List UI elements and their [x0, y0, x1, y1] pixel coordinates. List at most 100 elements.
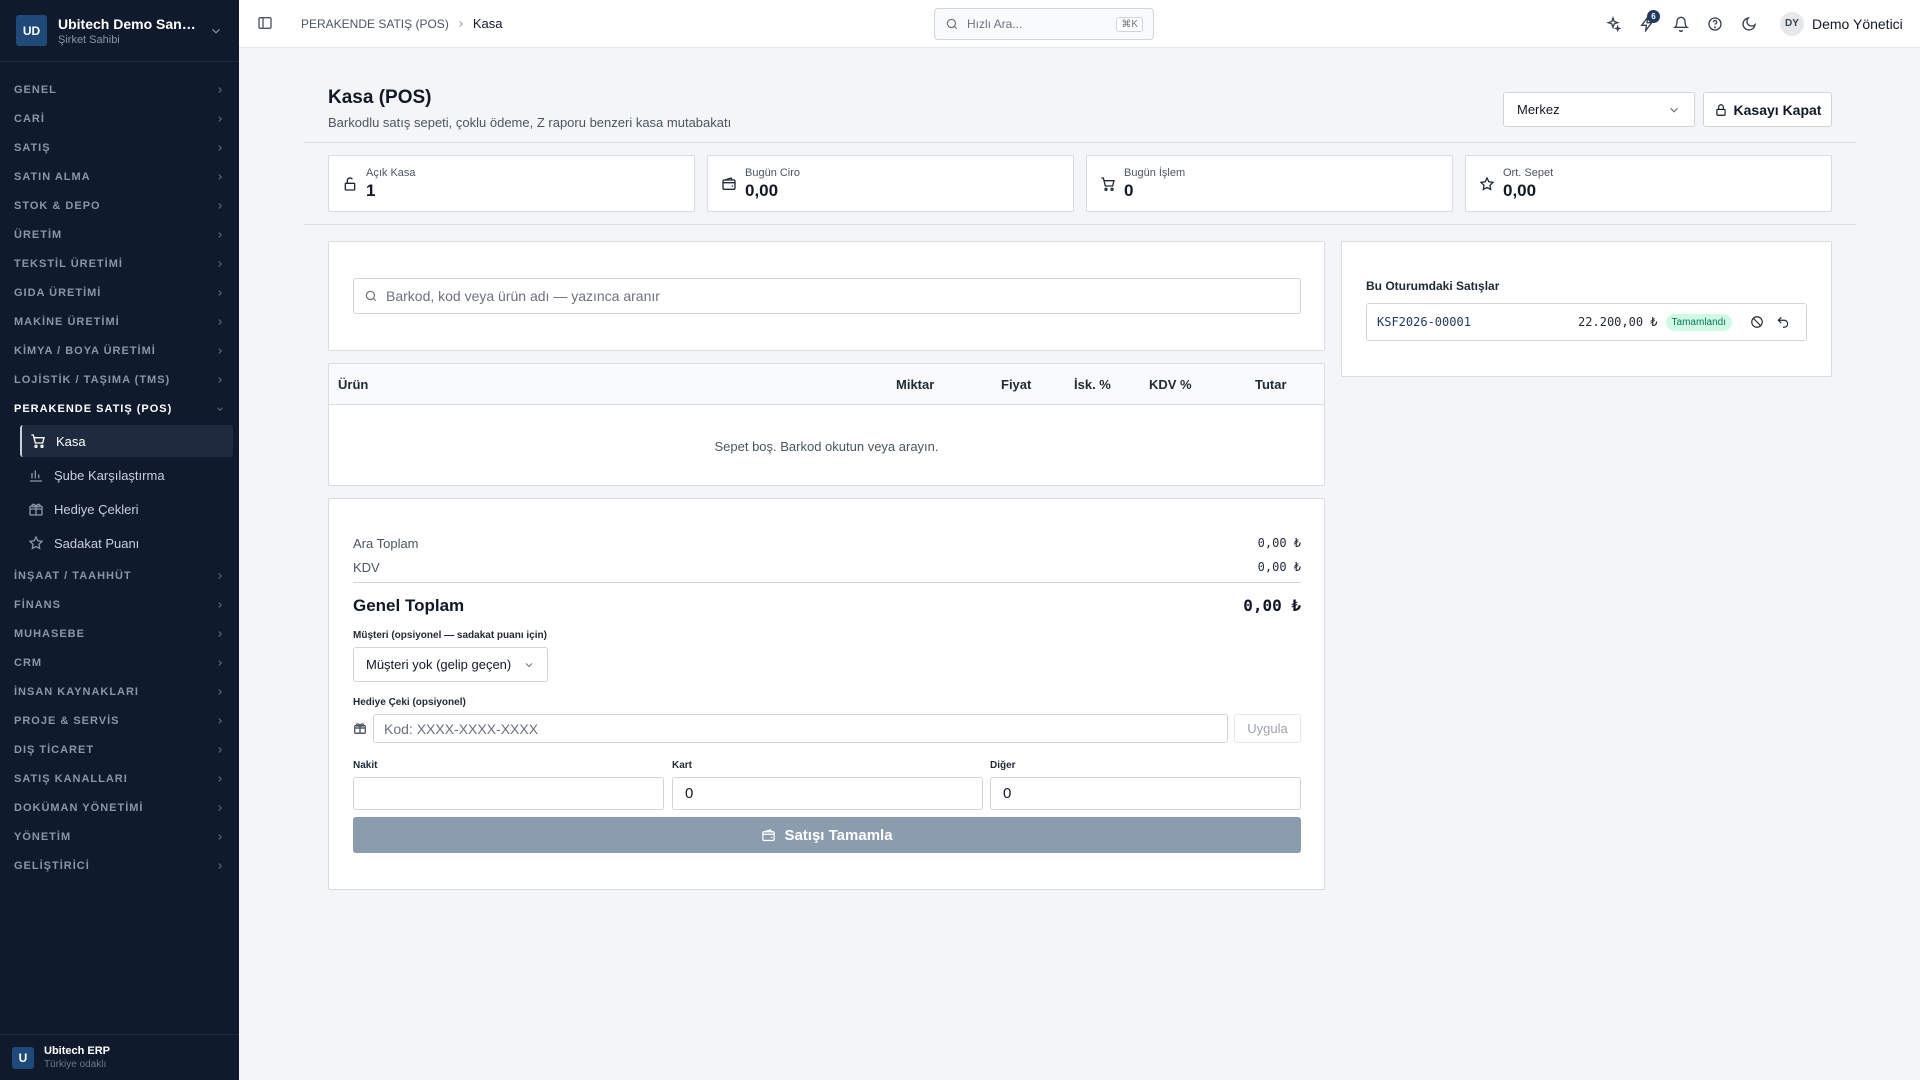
gift-icon: [353, 721, 367, 735]
sale-amount: 22.200,00 ₺: [1578, 315, 1658, 329]
sidebar-group-i-nsan-kaynaklari[interactable]: İNSAN KAYNAKLARI: [0, 677, 239, 706]
sidebar-group-pos[interactable]: PERAKENDE SATIŞ (POS): [0, 394, 239, 423]
sidebar-group-geli-şti-ri-ci[interactable]: GELİŞTİRİCİ: [0, 851, 239, 880]
subtotal-value: 0,00 ₺: [1257, 536, 1301, 550]
gift-card-label: Hediye Çeki (opsiyonel): [353, 697, 466, 708]
sidebar-item-label: Kasa: [56, 433, 86, 449]
sidebar-group-satin-alma[interactable]: SATIN ALMA: [0, 162, 239, 191]
moon-icon[interactable]: [1732, 7, 1766, 41]
sidebar-group-ki-mya-boya-üreti-mi[interactable]: KİMYA / BOYA ÜRETİMİ: [0, 336, 239, 365]
vat-value: 0,00 ₺: [1257, 560, 1301, 574]
stat-avg-basket: Ort. Sepet 0,00: [1465, 155, 1832, 212]
list-item[interactable]: KSF2026-00001 22.200,00 ₺ Tamamlandı: [1366, 303, 1807, 341]
sale-number: KSF2026-00001: [1377, 315, 1471, 329]
sidebar-group-genel[interactable]: GENEL: [0, 75, 239, 104]
sidebar-footer: U Ubitech ERP Türkiye odaklı: [0, 1034, 239, 1080]
sidebar-group-label: GIDA ÜRETİMİ: [14, 286, 102, 299]
sidebar-group-label: DIŞ TİCARET: [14, 743, 95, 756]
chevron-right-icon: [215, 114, 225, 124]
chevron-down-icon: [209, 24, 223, 38]
sidebar-group-label: SATIŞ: [14, 141, 51, 154]
sidebar-toggle-icon[interactable]: [257, 15, 273, 31]
user-menu[interactable]: DY Demo Yönetici: [1780, 0, 1903, 47]
close-register-button[interactable]: Kasayı Kapat: [1703, 92, 1832, 127]
chevron-right-icon: [215, 745, 225, 755]
search-shortcut: ⌘K: [1116, 16, 1143, 32]
cart-empty-message: Sepet boş. Barkod okutun veya arayın.: [714, 439, 939, 454]
sidebar-group-label: YÖNETİM: [14, 830, 72, 843]
sidebar-group-satiş-kanallari[interactable]: SATIŞ KANALLARI: [0, 764, 239, 793]
sidebar-group-teksti-l-üreti-mi[interactable]: TEKSTİL ÜRETİMİ: [0, 249, 239, 278]
sidebar-group-yöneti-m[interactable]: YÖNETİM: [0, 822, 239, 851]
card-label: Kart: [672, 760, 693, 771]
divider: [304, 142, 1856, 143]
breadcrumb-current: Kasa: [472, 16, 503, 31]
session-sales-title: Bu Oturumdaki Satışlar: [1366, 279, 1500, 293]
sidebar-group-gida-üreti-mi[interactable]: GIDA ÜRETİMİ: [0, 278, 239, 307]
gift-icon: [28, 501, 44, 517]
branch-select[interactable]: Merkez: [1503, 92, 1695, 127]
status-badge: Tamamlandı: [1665, 313, 1732, 331]
cancel-sale-icon[interactable]: [1744, 310, 1770, 334]
sidebar-group-label: GELİŞTİRİCİ: [14, 859, 90, 872]
breadcrumb-parent[interactable]: PERAKENDE SATIŞ (POS): [301, 17, 449, 31]
sidebar-item-loyalty[interactable]: Sadakat Puanı: [20, 527, 233, 559]
sparkles-icon[interactable]: [1596, 7, 1630, 41]
notification-badge: 6: [1647, 9, 1660, 23]
sidebar-group-fi-nans[interactable]: FİNANS: [0, 590, 239, 619]
sidebar-group-stok-depo[interactable]: STOK & DEPO: [0, 191, 239, 220]
sidebar-group-loji-sti-k-taşima-tms[interactable]: LOJİSTİK / TAŞIMA (TMS): [0, 365, 239, 394]
cash-input[interactable]: [353, 777, 664, 810]
topbar-actions: 6: [1596, 0, 1766, 47]
apply-gift-card-button[interactable]: Uygula: [1234, 714, 1301, 743]
chevron-right-icon: [215, 230, 225, 240]
sidebar-group-crm[interactable]: CRM: [0, 648, 239, 677]
chevron-right-icon: [215, 832, 225, 842]
sidebar-group-muhasebe[interactable]: MUHASEBE: [0, 619, 239, 648]
sidebar-group-label: TEKSTİL ÜRETİMİ: [14, 257, 123, 270]
sidebar-group-label: DOKÜMAN YÖNETİMİ: [14, 801, 144, 814]
stat-label: Bugün İşlem: [1124, 166, 1186, 179]
search-icon: [945, 17, 959, 31]
sidebar-group-diş-ti-caret[interactable]: DIŞ TİCARET: [0, 735, 239, 764]
page-subtitle: Barkodlu satış sepeti, çoklu ödeme, Z ra…: [328, 115, 732, 130]
sidebar-item-branch-compare[interactable]: Şube Karşılaştırma: [20, 459, 233, 491]
breadcrumb: PERAKENDE SATIŞ (POS) Kasa: [301, 0, 502, 47]
org-switcher[interactable]: UD Ubitech Demo Sana... Şirket Sahibi: [0, 0, 239, 62]
sidebar-group-proje-servi-s[interactable]: PROJE & SERVİS: [0, 706, 239, 735]
star-icon: [1479, 175, 1495, 192]
sidebar-group-cari[interactable]: CARİ: [0, 104, 239, 133]
column-header: Ürün: [338, 377, 369, 392]
sidebar-group-üreti-m[interactable]: ÜRETİM: [0, 220, 239, 249]
stat-value: 0: [1124, 180, 1134, 200]
sidebar-group-doküman-yöneti-mi[interactable]: DOKÜMAN YÖNETİMİ: [0, 793, 239, 822]
chevron-right-icon: [215, 288, 225, 298]
quick-search[interactable]: Hızlı Ara... ⌘K: [934, 8, 1154, 40]
branch-select-value: Merkez: [1517, 102, 1560, 117]
bell-icon[interactable]: [1664, 7, 1698, 41]
complete-sale-button[interactable]: Satışı Tamamla: [353, 817, 1301, 853]
customer-select[interactable]: Müşteri yok (gelip geçen): [353, 647, 548, 682]
sidebar-nav: GENEL CARİ SATIŞ SATIN ALMA STOK & DEPO ÜRETİ…: [0, 62, 239, 880]
sidebar-item-gift-cards[interactable]: Hediye Çekleri: [20, 493, 233, 525]
chevron-down-icon: [215, 404, 225, 414]
undo-icon[interactable]: [1770, 310, 1796, 334]
sidebar-group-label: CARİ: [14, 112, 45, 125]
other-input[interactable]: 0: [990, 777, 1301, 810]
page-title: Kasa (POS): [328, 87, 432, 108]
wallet-icon: [721, 176, 737, 192]
customer-label: Müşteri (opsiyonel — sadakat puanı için): [353, 630, 547, 641]
sidebar-group-i-nşaat-taahhüt[interactable]: İNŞAAT / TAAHHÜT: [0, 561, 239, 590]
vat-row: KDV 0,00 ₺: [353, 560, 1301, 575]
column-header: KDV %: [1149, 377, 1192, 392]
help-icon[interactable]: [1698, 7, 1732, 41]
sidebar-group-maki-ne-üreti-mi[interactable]: MAKİNE ÜRETİMİ: [0, 307, 239, 336]
sidebar-item-kasa[interactable]: Kasa: [20, 425, 233, 457]
card-input[interactable]: 0: [672, 777, 983, 810]
chevron-down-icon: [1667, 103, 1681, 117]
sidebar-group-satiş[interactable]: SATIŞ: [0, 133, 239, 162]
complete-sale-label: Satışı Tamamla: [784, 826, 893, 844]
product-search-input[interactable]: Barkod, kod veya ürün adı — yazınca aran…: [353, 278, 1301, 314]
gift-card-input[interactable]: Kod: XXXX-XXXX-XXXX: [373, 714, 1228, 743]
zap-icon[interactable]: 6: [1630, 7, 1664, 41]
